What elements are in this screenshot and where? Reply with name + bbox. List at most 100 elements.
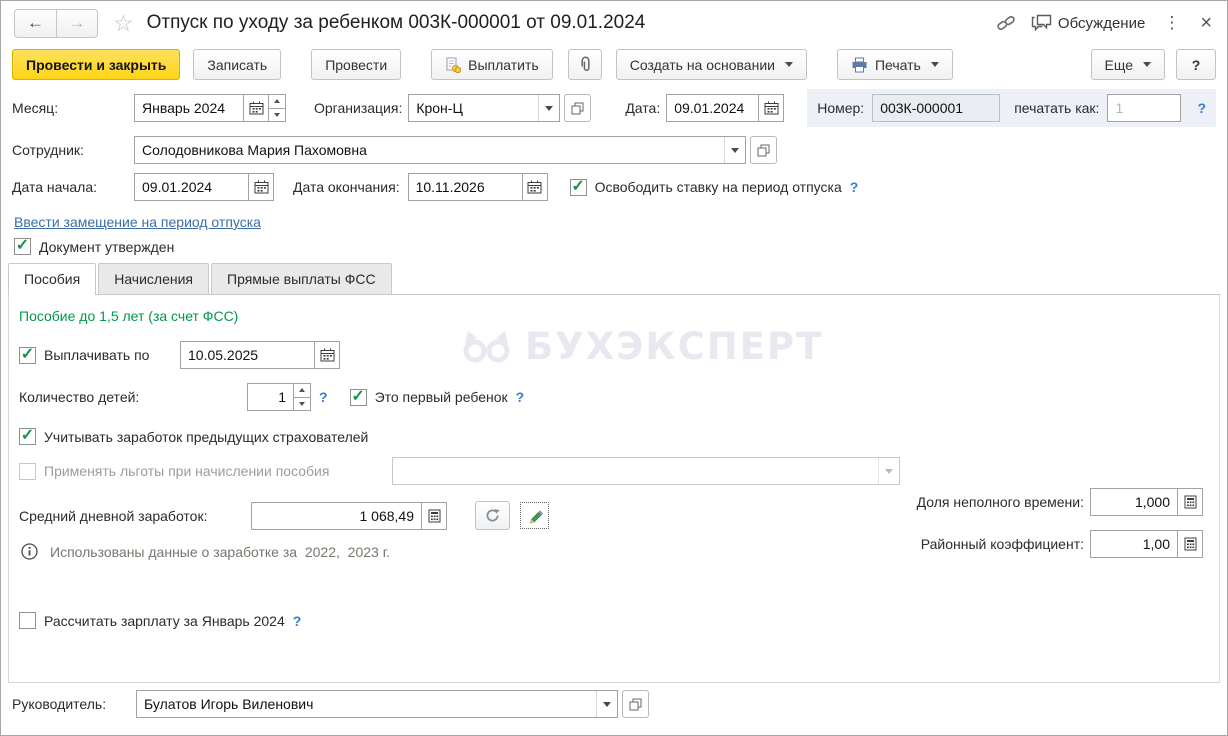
post-button[interactable]: Провести bbox=[311, 49, 402, 80]
manager-open-button[interactable] bbox=[622, 690, 649, 718]
calendar-icon[interactable] bbox=[314, 342, 339, 368]
children-count-label: Количество детей: bbox=[19, 389, 140, 405]
save-button[interactable]: Записать bbox=[193, 49, 282, 80]
close-icon[interactable]: × bbox=[1198, 12, 1214, 35]
date-field[interactable]: 09.01.2024 bbox=[666, 94, 785, 122]
post-and-close-button[interactable]: Провести и закрыть bbox=[12, 49, 181, 80]
date-start-field[interactable]: 09.01.2024 bbox=[134, 173, 274, 201]
open-form-icon bbox=[571, 102, 584, 114]
children-count-help[interactable]: ? bbox=[319, 389, 328, 405]
document-form: Месяц: Январь 2024 Организация: Крон-Ц Д… bbox=[0, 89, 1228, 255]
more-actions-button[interactable]: Еще bbox=[1090, 49, 1165, 80]
district-coefficient-value: 1,00 bbox=[1142, 536, 1170, 552]
approved-checkbox[interactable] bbox=[14, 238, 31, 255]
calendar-icon[interactable] bbox=[758, 95, 784, 121]
first-child-help[interactable]: ? bbox=[516, 389, 525, 405]
tab-fss-direct-payments[interactable]: Прямые выплаты ФСС bbox=[211, 263, 392, 294]
month-value: Январь 2024 bbox=[142, 100, 226, 116]
district-coefficient-field[interactable]: 1,00 bbox=[1090, 530, 1203, 558]
prior-insurers-checkbox[interactable] bbox=[19, 428, 36, 445]
help-button[interactable]: ? bbox=[1176, 49, 1216, 80]
date-end-field[interactable]: 10.11.2026 bbox=[407, 173, 548, 201]
substitution-link[interactable]: Ввести замещение на период отпуска bbox=[14, 214, 261, 230]
edit-earnings-button[interactable] bbox=[520, 502, 549, 529]
calendar-icon[interactable] bbox=[248, 174, 273, 200]
calendar-icon[interactable] bbox=[521, 174, 547, 200]
part-time-share-value: 1,000 bbox=[1134, 494, 1170, 510]
print-as-field[interactable]: 1 bbox=[1107, 94, 1182, 122]
attachments-button[interactable] bbox=[567, 49, 602, 80]
pay-until-checkbox[interactable] bbox=[19, 346, 36, 364]
spin-down-icon[interactable] bbox=[269, 107, 285, 122]
part-time-share-field[interactable]: 1,000 bbox=[1090, 488, 1203, 516]
chain-link-icon bbox=[997, 15, 1015, 31]
print-as-value: 1 bbox=[1115, 100, 1124, 116]
calculator-icon[interactable] bbox=[421, 502, 446, 529]
pay-button-label: Выплатить bbox=[468, 56, 539, 73]
manager-value: Булатов Игорь Виленович bbox=[144, 696, 314, 712]
release-rate-help[interactable]: ? bbox=[850, 179, 859, 195]
earnings-note-text: Использованы данные о заработке за 2022,… bbox=[50, 543, 390, 560]
manager-combo[interactable]: Булатов Игорь Виленович bbox=[136, 690, 618, 718]
month-field[interactable]: Январь 2024 bbox=[134, 94, 286, 122]
row-apply-privileges: Применять льготы при начислении пособия bbox=[19, 457, 1219, 485]
dropdown-caret-icon[interactable] bbox=[724, 137, 745, 163]
favorite-star-icon[interactable]: ☆ bbox=[113, 11, 134, 35]
spin-up-icon[interactable] bbox=[269, 95, 285, 108]
back-button[interactable]: ← bbox=[15, 10, 56, 37]
month-spinner bbox=[268, 95, 285, 121]
children-count-field[interactable]: 1 bbox=[247, 383, 311, 411]
calendar-icon[interactable] bbox=[243, 95, 268, 121]
pay-document-coins-icon bbox=[446, 57, 462, 73]
print-as-help[interactable]: ? bbox=[1197, 100, 1206, 116]
number-panel: Номер: 003К-000001 печатать как: 1 ? bbox=[807, 89, 1216, 127]
calculator-icon[interactable] bbox=[1177, 531, 1202, 557]
children-count-spinner bbox=[293, 384, 310, 410]
avg-earnings-value: 1 068,49 bbox=[359, 507, 415, 524]
window-header: ← → ☆ Отпуск по уходу за ребенком 003К-0… bbox=[0, 0, 1228, 46]
spin-down-icon[interactable] bbox=[294, 396, 310, 411]
forward-button[interactable]: → bbox=[56, 9, 97, 37]
discussion-button[interactable]: Обсуждение bbox=[1031, 14, 1145, 32]
tab-accruals[interactable]: Начисления bbox=[98, 263, 210, 294]
row-dates: Дата начала: 09.01.2024 Дата окончания: … bbox=[12, 173, 1216, 201]
organization-label: Организация: bbox=[314, 100, 403, 116]
district-coefficient-label: Районный коэффициент: bbox=[920, 536, 1084, 552]
print-button[interactable]: Печать bbox=[836, 49, 953, 80]
calc-salary-help[interactable]: ? bbox=[293, 613, 302, 629]
employee-label: Сотрудник: bbox=[12, 142, 84, 158]
avg-earnings-field[interactable]: 1 068,49 bbox=[251, 501, 447, 530]
dropdown-caret-icon[interactable] bbox=[596, 691, 617, 717]
date-end-label: Дата окончания: bbox=[293, 179, 400, 195]
avg-earnings-label: Средний дневной заработок: bbox=[19, 507, 208, 524]
dropdown-caret-icon[interactable] bbox=[538, 95, 560, 121]
refresh-icon bbox=[486, 509, 500, 522]
calculator-icon[interactable] bbox=[1177, 489, 1202, 515]
row-district-coefficient: Районный коэффициент: 1,00 bbox=[917, 530, 1203, 558]
spin-up-icon[interactable] bbox=[294, 384, 310, 397]
tab-strip: Пособия Начисления Прямые выплаты ФСС bbox=[8, 263, 1220, 295]
header-actions: Обсуждение ⋮ × bbox=[996, 12, 1214, 35]
release-rate-label: Освободить ставку на период отпуска bbox=[594, 179, 842, 195]
discussion-label: Обсуждение bbox=[1057, 14, 1146, 32]
apply-privileges-combo bbox=[392, 457, 900, 485]
first-child-checkbox[interactable] bbox=[349, 388, 367, 406]
benefits-tab-panel: БУХЭКСПЕРТ Пособие до 1,5 лет (за счет Ф… bbox=[8, 295, 1220, 683]
calc-salary-checkbox[interactable] bbox=[19, 612, 36, 629]
get-link-button[interactable] bbox=[996, 13, 1016, 33]
organization-open-button[interactable] bbox=[564, 94, 592, 122]
organization-combo[interactable]: Крон-Ц bbox=[408, 94, 561, 122]
recalculate-button[interactable] bbox=[475, 501, 510, 530]
pay-until-field[interactable]: 10.05.2025 bbox=[180, 341, 340, 369]
more-menu-icon[interactable]: ⋮ bbox=[1160, 13, 1183, 33]
employee-combo[interactable]: Солодовникова Мария Пахомовна bbox=[134, 136, 746, 164]
first-child-label: Это первый ребенок bbox=[374, 389, 508, 405]
print-as-label: печатать как: bbox=[1014, 100, 1100, 116]
tab-benefits[interactable]: Пособия bbox=[8, 263, 97, 295]
release-rate-checkbox[interactable] bbox=[569, 178, 587, 196]
employee-open-button[interactable] bbox=[750, 136, 777, 164]
create-based-on-button[interactable]: Создать на основании bbox=[615, 49, 807, 80]
pay-button[interactable]: Выплатить bbox=[431, 49, 553, 80]
caret-down-icon bbox=[1143, 62, 1151, 67]
apply-privileges-checkbox[interactable] bbox=[19, 462, 36, 480]
